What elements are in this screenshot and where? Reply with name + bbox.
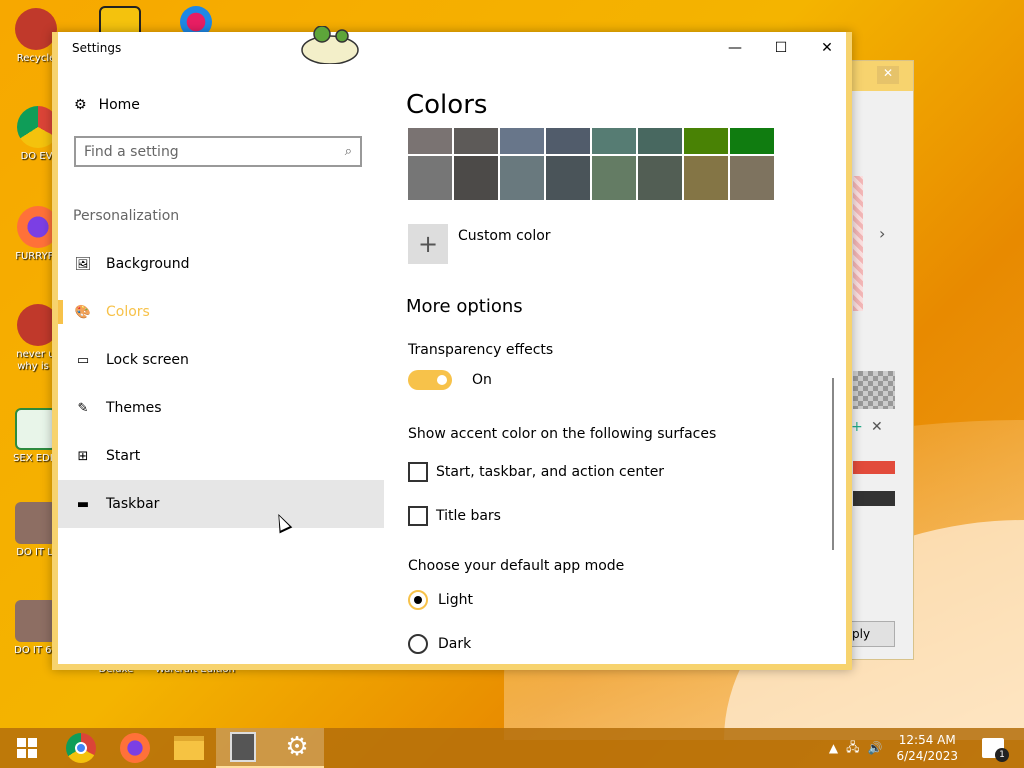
checkbox[interactable] [408, 506, 428, 526]
section-heading: Personalization [73, 208, 180, 224]
more-options-heading: More options [406, 296, 523, 317]
colors-page: Colors + Custom color More options Trans… [398, 64, 838, 664]
color-swatch[interactable] [684, 128, 728, 154]
chevron-right-icon: › [879, 224, 886, 243]
custom-color-button[interactable]: + Custom color [408, 224, 551, 264]
title-bar[interactable]: Settings — ☐ ✕ [58, 26, 846, 64]
color-swatch[interactable] [638, 156, 682, 200]
sidebar-item-colors[interactable]: 🎨 Colors [58, 288, 384, 336]
background-window: ✕ › + ✕ ply [847, 60, 914, 660]
radio-button[interactable] [408, 590, 428, 610]
radio-button[interactable] [408, 634, 428, 654]
maximize-button[interactable]: ☐ [758, 32, 804, 64]
chrome-icon [66, 733, 96, 763]
close-icon[interactable]: ✕ [871, 419, 883, 435]
page-title: Colors [406, 90, 488, 120]
color-swatch-grid [408, 128, 774, 202]
settings-window: Settings — ☐ ✕ ⚙ Home Find a setting ⌕ P… [52, 26, 852, 670]
transparency-toggle[interactable]: On [408, 370, 492, 390]
plus-icon: + [408, 224, 448, 264]
taskbar: ⚙ ▲ 🖧 🔊 12:54 AM 6/24/2023 1 [0, 728, 1024, 768]
color-swatch[interactable] [592, 128, 636, 154]
sidebar-item-themes[interactable]: ✎ Themes [58, 384, 384, 432]
sidebar-item-start[interactable]: ⊞ Start [58, 432, 384, 480]
toggle-switch[interactable] [408, 370, 452, 390]
color-swatch[interactable] [500, 128, 544, 154]
accent-surfaces-label: Show accent color on the following surfa… [408, 426, 717, 442]
windows-logo-icon [17, 738, 37, 758]
taskbar-app[interactable] [216, 728, 270, 768]
hex-editor-icon [15, 408, 57, 450]
search-icon: ⌕ [344, 144, 352, 159]
taskbar-firefox[interactable] [108, 728, 162, 768]
home-link[interactable]: ⚙ Home [74, 94, 140, 116]
start-button[interactable] [0, 728, 54, 768]
close-icon[interactable]: ✕ [877, 66, 899, 84]
app-mode-label: Choose your default app mode [408, 558, 625, 574]
transparency-label: Transparency effects [408, 342, 554, 358]
sidebar-item-lock-screen[interactable]: ▭ Lock screen [58, 336, 384, 384]
scrollbar[interactable] [832, 378, 834, 550]
chevron-up-icon[interactable]: ▲ [829, 741, 838, 755]
minimize-button[interactable]: — [712, 32, 758, 64]
taskbar-settings[interactable]: ⚙ [270, 728, 324, 768]
image-icon: 🖼 [74, 256, 92, 272]
radio-light[interactable]: Light [408, 590, 473, 610]
toggle-state: On [472, 372, 492, 388]
color-swatch[interactable] [454, 156, 498, 200]
notification-badge: 1 [995, 748, 1009, 762]
taskbar-icon: ▬ [76, 496, 90, 512]
close-button[interactable]: ✕ [804, 32, 850, 64]
color-swatch[interactable] [730, 128, 774, 154]
themes-icon: ✎ [77, 400, 89, 416]
checkbox-start-taskbar[interactable]: Start, taskbar, and action center [408, 462, 664, 482]
volume-icon[interactable]: 🔊 [868, 741, 883, 755]
document-icon [230, 732, 256, 762]
apply-button[interactable]: ply [847, 621, 895, 647]
sidebar-item-background[interactable]: 🖼 Background [58, 240, 384, 288]
recycle-bin-icon [15, 8, 57, 50]
transparency-preview [853, 371, 895, 409]
color-swatch[interactable] [546, 156, 590, 200]
palette-icon: 🎨 [74, 304, 92, 320]
color-swatch[interactable] [500, 156, 544, 200]
radio-dark[interactable]: Dark [408, 634, 471, 654]
taskbar-chrome[interactable] [54, 728, 108, 768]
plus-icon[interactable]: + [851, 419, 863, 435]
color-swatch[interactable] [408, 128, 452, 154]
portrait-icon [15, 502, 57, 544]
network-icon[interactable]: 🖧 [846, 738, 859, 759]
notification-icon[interactable]: 1 [982, 738, 1009, 762]
gear-icon: ⚙ [285, 732, 309, 762]
folder-icon [174, 736, 204, 760]
start-icon: ⊞ [77, 448, 89, 464]
gear-icon: ⚙ [74, 97, 87, 113]
window-title: Settings [72, 41, 122, 55]
color-swatch[interactable] [454, 128, 498, 154]
system-tray: ▲ 🖧 🔊 12:54 AM 6/24/2023 1 [829, 728, 1024, 768]
sidebar-item-taskbar[interactable]: ▬ Taskbar [58, 480, 384, 528]
color-swatch[interactable] [408, 156, 452, 200]
color-swatch[interactable] [546, 128, 590, 154]
color-swatch[interactable] [638, 128, 682, 154]
lock-screen-icon: ▭ [76, 352, 90, 368]
mascot-sticker-icon [301, 26, 359, 64]
search-input[interactable]: Find a setting ⌕ [74, 136, 362, 167]
checkbox-title-bars[interactable]: Title bars [408, 506, 501, 526]
color-swatch[interactable] [592, 156, 636, 200]
checkbox[interactable] [408, 462, 428, 482]
settings-sidebar: ⚙ Home Find a setting ⌕ Personalization … [58, 64, 384, 664]
taskbar-file-explorer[interactable] [162, 728, 216, 768]
portrait-icon [15, 600, 57, 642]
clock[interactable]: 12:54 AM 6/24/2023 [896, 732, 958, 764]
color-swatch[interactable] [730, 156, 774, 200]
color-swatch[interactable] [684, 156, 728, 200]
firefox-icon [120, 733, 150, 763]
